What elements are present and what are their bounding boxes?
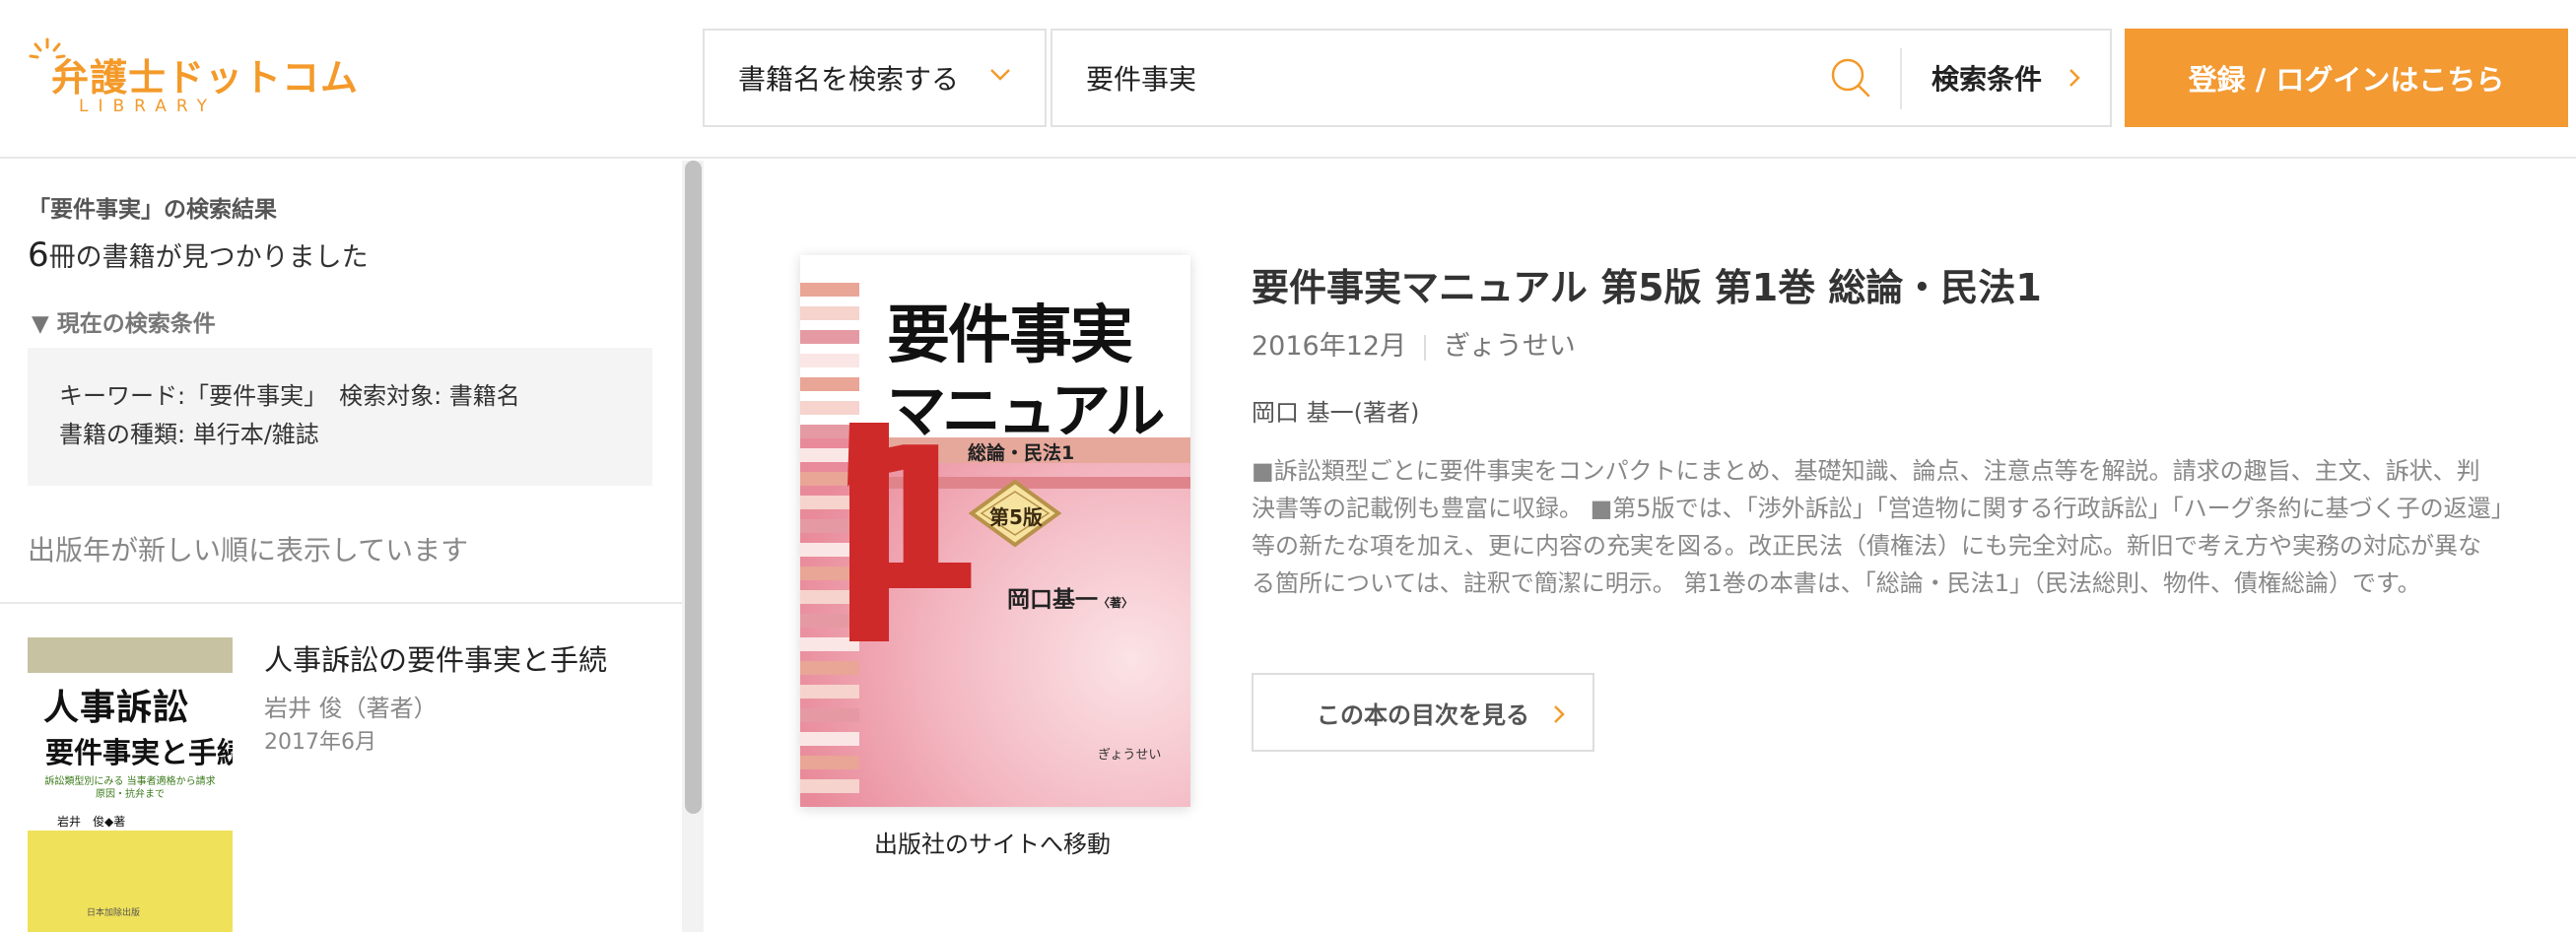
book-detail-description: ■訴訟類型ごとに要件事実をコンパクトにまとめ、基礎知識、論点、注意点等を解説。請… [1252,457,2503,597]
thumbnail-title2: 要件事実と手続 [45,736,233,769]
sort-order-text: 出版年が新しい順に表示しています [28,534,469,566]
cover-stripe [800,685,859,699]
results-heading: 「要件事実」の検索結果 [28,197,277,223]
cover-edition: 第5版 [989,505,1043,529]
cover-stripe [800,732,859,746]
book-thumbnail: 人事訴訟 要件事実と手続 訴訟類型別にみる 当事者適格から請求原因・抗弁まで 岩… [28,637,233,932]
cover-volume-number: 1 [847,406,985,635]
meta-divider [1424,334,1427,361]
publisher-site-link[interactable]: 出版社のサイトへ移動 [795,825,1189,859]
cover-stripe [800,779,859,793]
search-scope-label: 書籍名を検索する [738,63,960,96]
cover-stripe [800,354,859,367]
condition-type: 書籍の種類: 単行本/雑誌 [59,421,319,448]
search-button[interactable] [1821,48,1880,107]
divider [0,602,682,604]
cover-subtitle: 総論・民法1 [968,442,1075,464]
book-title[interactable]: 人事訴訟の要件事実と手続 [264,637,607,679]
conditions-panel: キーワード:「要件事実」 検索対象: 書籍名 書籍の種類: 単行本/雑誌 [28,348,652,486]
thumbnail-publisher: 日本加除出版 [87,908,141,918]
site-logo[interactable]: 弁護士ドットコム LIBRARY [28,35,358,120]
condition-keyword: キーワード:「要件事実」 検索対象: 書籍名 [59,382,520,410]
chevron-right-icon [2069,69,2080,87]
book-detail-publisher: ぎょうせい [1444,331,1576,362]
search-input[interactable] [1052,31,1831,125]
cover-publisher: ぎょうせい [1098,748,1162,763]
search-conditions-label: 検索条件 [1932,63,2043,96]
results-sidebar: 「要件事実」の検索結果 6冊の書籍が見つかりました ▼ 現在の検索条件 キーワー… [0,161,704,932]
login-button[interactable]: 登録 / ログインはこちら [2125,29,2568,127]
book-detail-date: 2016年12月 [1252,331,1407,362]
thumbnail-subtitle: 訴訟類型別にみる 当事者適格から請求原因・抗弁まで [44,776,216,800]
current-conditions-toggle[interactable]: ▼ 現在の検索条件 [32,304,216,338]
search-conditions-button[interactable]: 検索条件 [1902,31,2112,125]
thumbnail-band [28,637,233,673]
book-cover[interactable]: . 要件事実 マニュアル 1 総論・民法1 第5版 岡口基一〈著〉 ぎょうせい [800,255,1190,807]
results-count: 6冊の書籍が見つかりました [28,235,369,275]
cover-stripe [800,756,859,769]
cover-stripe [800,283,859,297]
cover-stripe [800,306,859,320]
book-detail-meta: 2016年12月 ぎょうせい [1252,324,1576,363]
view-toc-label: この本の目次を見る [1317,700,1529,729]
cover-author-suffix: 〈著〉 [1098,596,1134,610]
results-count-number: 6 [28,235,49,275]
thumbnail-title1: 人事訴訟 [43,687,190,728]
cover-stripe [800,330,859,344]
view-toc-button[interactable]: この本の目次を見る [1252,673,1594,752]
site-header: 弁護士ドットコム LIBRARY 書籍名を検索する 検索条件 登録 / ログイン… [0,0,2576,159]
cover-title1: 要件事実 [887,300,1133,372]
cover-author: 岡口基一〈著〉 [1007,580,1133,614]
cover-stripe [800,377,859,391]
logo-subtext: LIBRARY [79,97,218,116]
book-detail-author: 岡口 基一(著者) [1252,399,1420,427]
search-bar: 検索条件 [1051,29,2112,127]
chevron-right-icon [1554,705,1565,723]
search-icon [1831,58,1870,98]
chevron-down-icon [990,69,1010,81]
results-count-text: 冊の書籍が見つかりました [48,242,369,273]
svg-text:.: . [800,255,803,258]
book-detail-title: 要件事実マニュアル 第5版 第1巻 総論・民法1 [1252,266,2042,309]
book-date: 2017年6月 [264,730,376,755]
cover-stripe [800,661,859,675]
scrollbar-thumb[interactable] [685,161,702,814]
logo-text: 弁護士ドットコム [51,56,360,100]
cover-stripe [800,708,859,722]
book-list-item[interactable]: 人事訴訟 要件事実と手続 訴訟類型別にみる 当事者適格から請求原因・抗弁まで 岩… [28,637,658,932]
search-scope-select[interactable]: 書籍名を検索する [703,29,1047,127]
book-detail: . 要件事実 マニュアル 1 総論・民法1 第5版 岡口基一〈著〉 ぎょうせい … [704,161,2576,932]
book-author: 岩井 俊（著者） [264,695,438,722]
cover-author-name: 岡口基一 [1007,586,1098,613]
thumbnail-author: 岩井 俊◆著 [57,815,126,829]
